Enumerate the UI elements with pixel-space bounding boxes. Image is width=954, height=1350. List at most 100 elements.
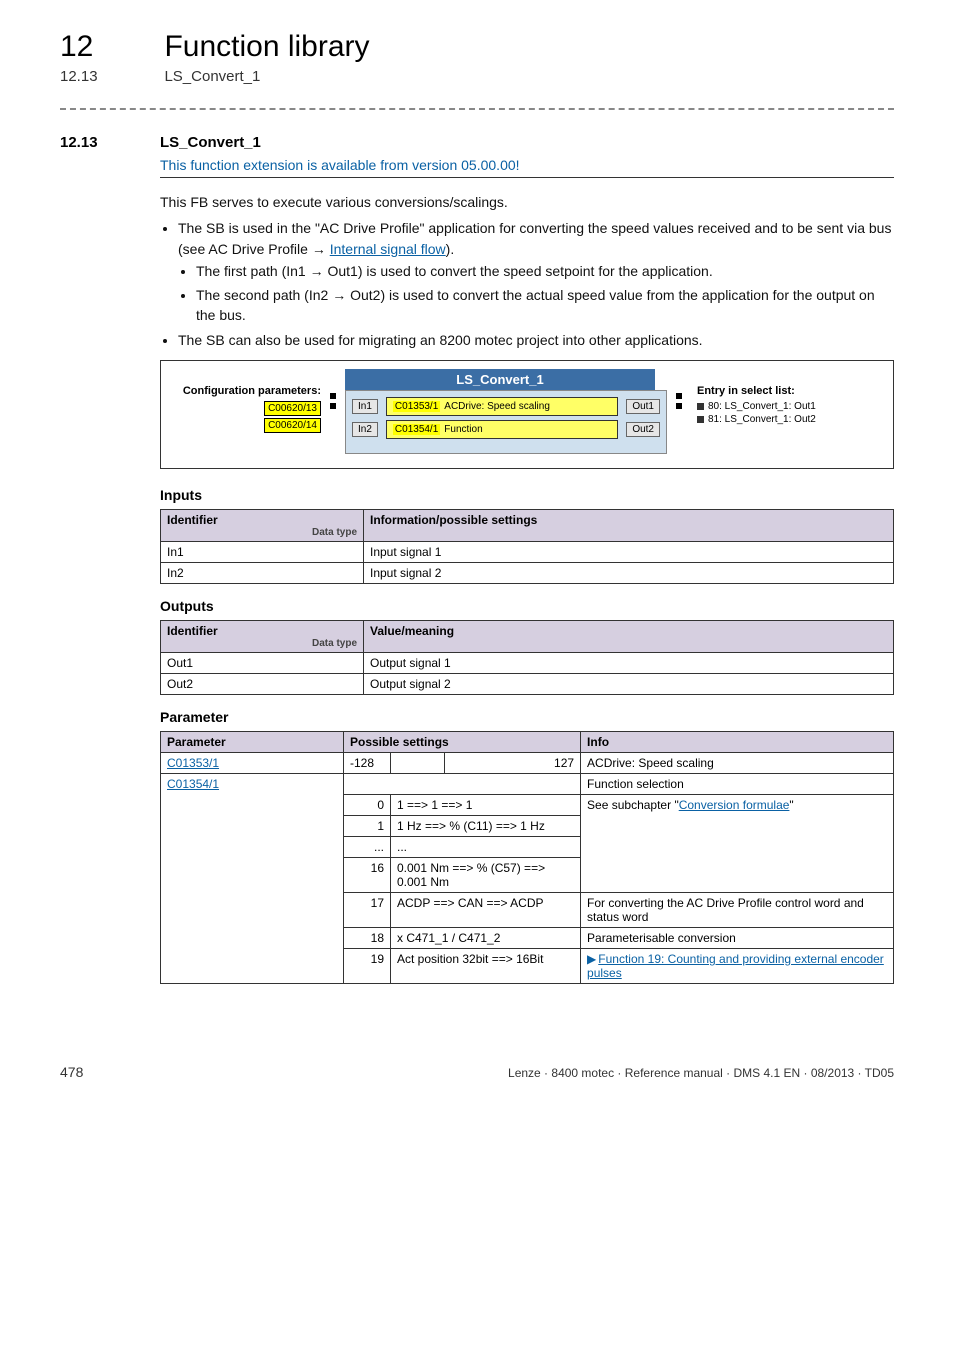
parameter-heading: Parameter <box>160 709 894 725</box>
function19-link[interactable]: Function 19: Counting and providing exte… <box>587 952 884 980</box>
entry-item-1: 80: LS_Convert_1: Out1 <box>708 401 816 412</box>
port-out1: Out1 <box>626 399 660 414</box>
table-row: Out2 Output signal 2 <box>161 674 894 695</box>
table-row: Out1 Output signal 1 <box>161 653 894 674</box>
internal-signal-flow-link[interactable]: Internal signal flow <box>330 241 446 257</box>
page-footer: 478 Lenze · 8400 motec · Reference manua… <box>60 1064 894 1080</box>
inner-param2-text: Function <box>444 424 482 435</box>
desc-subbullet-2: The second path (In2 → Out2) is used to … <box>196 285 894 326</box>
param-col-info: Info <box>581 732 894 753</box>
chapter-header: 12 Function library <box>60 30 894 64</box>
setting-text: ACDP ==> CAN ==> ACDP <box>391 893 581 928</box>
subchapter-number: 12.13 <box>60 68 160 85</box>
square-icon <box>697 403 704 410</box>
config-code-2: C00620/14 <box>264 418 321 433</box>
setting-info: For converting the AC Drive Profile cont… <box>581 893 894 928</box>
arrow-icon: → <box>308 241 330 257</box>
setting-info: ▶Function 19: Counting and providing ext… <box>581 949 894 984</box>
param-link-c01353[interactable]: C01353/1 <box>167 756 219 770</box>
desc-bullet-1: The SB is used in the "AC Drive Profile"… <box>178 218 894 325</box>
param-max: 127 <box>444 753 580 774</box>
connector-dot <box>676 393 682 399</box>
input-info: Input signal 1 <box>364 542 894 563</box>
inputs-heading: Inputs <box>160 487 894 503</box>
setting-text: Act position 32bit ==> 16Bit <box>391 949 581 984</box>
setting-text: 1 Hz ==> % (C11) ==> 1 Hz <box>391 816 581 837</box>
connector-dot <box>330 393 336 399</box>
param-col-parameter: Parameter <box>161 732 344 753</box>
entry-list-label: Entry in select list: <box>697 385 867 397</box>
output-info: Output signal 2 <box>364 674 894 695</box>
inputs-col-identifier: Identifier <box>167 513 218 527</box>
table-row: In1 Input signal 1 <box>161 542 894 563</box>
inner-param-2: C01354/1 Function <box>386 420 618 439</box>
output-id: Out1 <box>161 653 364 674</box>
block-title: LS_Convert_1 <box>345 369 655 390</box>
entry-item-2: 81: LS_Convert_1: Out2 <box>708 414 816 425</box>
see-subchapter-close: " <box>789 798 793 812</box>
inputs-table: Identifier Data type Information/possibl… <box>160 509 894 584</box>
page-number: 478 <box>60 1064 83 1080</box>
outputs-heading: Outputs <box>160 598 894 614</box>
param-link-c01354[interactable]: C01354/1 <box>167 777 219 791</box>
desc-intro: This FB serves to execute various conver… <box>160 192 894 212</box>
parameter-table: Parameter Possible settings Info C01353/… <box>160 731 894 984</box>
input-info: Input signal 2 <box>364 563 894 584</box>
triangle-icon: ▶ <box>587 952 596 966</box>
table-row: In2 Input signal 2 <box>161 563 894 584</box>
subchapter-header: 12.13 LS_Convert_1 <box>60 68 894 86</box>
inputs-col-info: Information/possible settings <box>364 510 894 542</box>
setting-text: 0.001 Nm ==> % (C57) ==> 0.001 Nm <box>391 858 581 893</box>
port-out2: Out2 <box>626 422 660 437</box>
footer-line: Lenze · 8400 motec · Reference manual · … <box>508 1066 894 1080</box>
setting-text: x C471_1 / C471_2 <box>391 928 581 949</box>
section-number: 12.13 <box>60 134 160 151</box>
thin-divider <box>160 177 894 178</box>
desc-bullet-2: The SB can also be used for migrating an… <box>178 330 894 350</box>
desc-subbullet-1: The first path (In1 → Out1) is used to c… <box>196 261 894 281</box>
inner-param2-code: C01354/1 <box>393 424 440 435</box>
setting-num: ... <box>344 837 391 858</box>
setting-num: 0 <box>344 795 391 816</box>
param-info: ACDrive: Speed scaling <box>581 753 894 774</box>
ls-convert-diagram: Configuration parameters: C00620/13 C006… <box>160 360 894 469</box>
input-id: In1 <box>161 542 364 563</box>
setting-num: 18 <box>344 928 391 949</box>
chapter-title: Function library <box>164 30 369 64</box>
conversion-formulae-link[interactable]: Conversion formulae <box>679 798 790 812</box>
subchapter-title: LS_Convert_1 <box>164 68 260 85</box>
param-col-possible: Possible settings <box>344 732 581 753</box>
config-code-1: C00620/13 <box>264 401 321 416</box>
section-title: LS_Convert_1 <box>160 134 261 151</box>
output-info: Output signal 1 <box>364 653 894 674</box>
inputs-col-datatype: Data type <box>167 527 357 538</box>
outputs-col-value: Value/meaning <box>364 621 894 653</box>
setting-text: 1 ==> 1 ==> 1 <box>391 795 581 816</box>
port-in1: In1 <box>352 399 378 414</box>
setting-info: See subchapter "Conversion formulae" <box>581 795 894 893</box>
param-min: -128 <box>344 753 391 774</box>
connector-dot <box>676 403 682 409</box>
square-icon <box>697 416 704 423</box>
param-info: Function selection <box>581 774 894 795</box>
connector-dot <box>330 403 336 409</box>
inner-param-1: C01353/1ACDrive: Speed scaling <box>386 397 618 416</box>
chapter-number: 12 <box>60 30 160 64</box>
see-subchapter-text: See subchapter " <box>587 798 679 812</box>
inner-param1-text: ACDrive: Speed scaling <box>444 401 550 412</box>
setting-text: ... <box>391 837 581 858</box>
setting-info: Parameterisable conversion <box>581 928 894 949</box>
setting-num: 16 <box>344 858 391 893</box>
input-id: In2 <box>161 563 364 584</box>
dashed-divider <box>60 108 894 110</box>
outputs-col-identifier: Identifier <box>167 624 218 638</box>
setting-num: 19 <box>344 949 391 984</box>
port-in2: In2 <box>352 422 378 437</box>
availability-note: This function extension is available fro… <box>160 157 894 173</box>
desc-b1-post: ). <box>446 241 455 257</box>
desc-b1-text: The SB is used in the "AC Drive Profile"… <box>178 220 891 256</box>
outputs-col-datatype: Data type <box>167 638 357 649</box>
table-row: C01353/1 -128 127 ACDrive: Speed scaling <box>161 753 894 774</box>
config-params-label: Configuration parameters: <box>171 385 321 397</box>
setting-num: 17 <box>344 893 391 928</box>
